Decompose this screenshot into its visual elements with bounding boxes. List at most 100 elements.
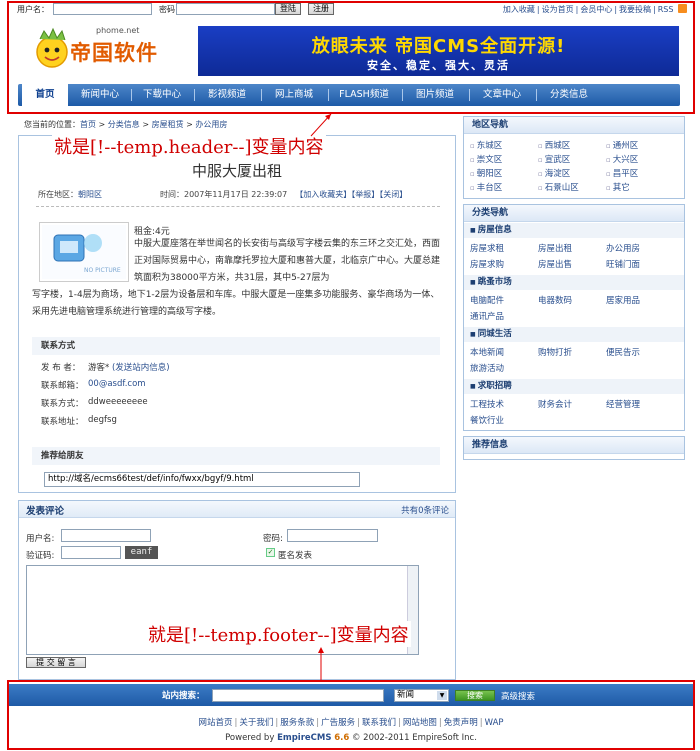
category-group-jobs[interactable]: 求职招聘 bbox=[464, 379, 684, 394]
region-xuanwu[interactable]: 宣武区 bbox=[538, 153, 571, 165]
region-daxing[interactable]: 大兴区 bbox=[606, 153, 639, 165]
comment-count-link[interactable]: 共有0条评论 bbox=[401, 504, 449, 516]
login-button[interactable]: 登陆 bbox=[275, 3, 301, 15]
breadcrumb-office-space[interactable]: 办公用房 bbox=[195, 120, 227, 129]
category-item[interactable]: 通讯产品 bbox=[470, 310, 504, 322]
nav-classifieds[interactable]: 分类信息 bbox=[541, 84, 597, 106]
username-input[interactable] bbox=[53, 3, 152, 15]
footer-link-about[interactable]: 关于我们 bbox=[239, 718, 273, 728]
submit-article-link[interactable]: 我要投稿 bbox=[619, 5, 651, 14]
category-item[interactable]: 房屋出售 bbox=[538, 258, 572, 270]
register-button[interactable]: 注册 bbox=[308, 3, 334, 15]
category-item[interactable]: 餐饮行业 bbox=[470, 414, 504, 426]
category-item[interactable]: 办公用房 bbox=[606, 242, 640, 254]
captcha-input[interactable] bbox=[61, 546, 121, 559]
category-item[interactable]: 本地新闻 bbox=[470, 346, 504, 358]
advanced-search-link[interactable]: 高级搜索 bbox=[501, 690, 535, 702]
comment-username-input[interactable] bbox=[61, 529, 151, 542]
divider bbox=[36, 206, 440, 207]
region-changping[interactable]: 昌平区 bbox=[606, 167, 639, 179]
site-logo[interactable]: phome.net 帝国软件 bbox=[30, 24, 180, 76]
category-item[interactable]: 房屋求租 bbox=[470, 242, 504, 254]
breadcrumb-housing-rental[interactable]: 房屋租赁 bbox=[152, 120, 184, 129]
category-item[interactable]: 财务会计 bbox=[538, 398, 572, 410]
category-item[interactable]: 便民告示 bbox=[606, 346, 640, 358]
password-input[interactable] bbox=[176, 3, 275, 15]
contact-email[interactable]: 00@asdf.com bbox=[88, 379, 146, 389]
nav-divider bbox=[131, 89, 132, 101]
submit-comment-button[interactable]: 提 交 留 言 bbox=[26, 657, 86, 668]
footer-link-home[interactable]: 网站首页 bbox=[198, 718, 232, 728]
annotation-arrow-icon bbox=[318, 647, 324, 680]
contact-label-email: 联系邮箱： bbox=[41, 381, 84, 391]
anonymous-checkbox[interactable]: ✓ bbox=[266, 548, 275, 557]
search-button[interactable]: 搜索 bbox=[455, 690, 495, 701]
category-item[interactable]: 房屋出租 bbox=[538, 242, 572, 254]
share-url-field[interactable]: http://域名/ecms66test/def/info/fwxx/bgyf/… bbox=[44, 472, 360, 487]
category-item[interactable]: 居家用品 bbox=[606, 294, 640, 306]
footer-links: 网站首页 | 关于我们 | 服务条款 | 广告服务 | 联系我们 | 网站地图 | 免责声明 | WAP bbox=[198, 718, 504, 728]
category-item[interactable]: 经营管理 bbox=[606, 398, 640, 410]
send-message-link[interactable]: (发送站内信息) bbox=[112, 363, 170, 373]
promo-banner[interactable]: 放眼未来 帝国CMS全面开源! 安全、稳定、强大、灵活 bbox=[198, 26, 679, 76]
powered-brand[interactable]: EmpireCMS bbox=[277, 733, 331, 743]
rss-icon[interactable] bbox=[678, 4, 687, 13]
nav-divider bbox=[328, 89, 329, 101]
nav-pictures[interactable]: 图片频道 bbox=[407, 84, 463, 106]
footer-link-terms[interactable]: 服务条款 bbox=[280, 718, 314, 728]
footer-annotation: 就是[!--temp.footer--]变量内容 bbox=[146, 621, 411, 647]
category-group-flea-market[interactable]: 跳蚤市场 bbox=[464, 275, 684, 290]
banner-subline: 安全、稳定、强大、灵活 bbox=[367, 59, 510, 72]
region-haidian[interactable]: 海淀区 bbox=[538, 167, 571, 179]
nav-articles[interactable]: 文章中心 bbox=[474, 84, 530, 106]
nav-news[interactable]: 新闻中心 bbox=[74, 84, 126, 106]
article-actions[interactable]: 【加入收藏夹】【举报】【关闭】 bbox=[295, 190, 407, 199]
set-homepage-link[interactable]: 设为首页 bbox=[542, 5, 574, 14]
region-shijingshan[interactable]: 石景山区 bbox=[538, 181, 579, 193]
breadcrumb-home[interactable]: 首页 bbox=[80, 120, 96, 129]
footer-link-sitemap[interactable]: 网站地图 bbox=[403, 718, 437, 728]
captcha-image[interactable]: eanf bbox=[125, 546, 158, 559]
region-fengtai[interactable]: 丰台区 bbox=[470, 181, 503, 193]
area-link[interactable]: 朝阳区 bbox=[78, 190, 102, 199]
nav-flash[interactable]: FLASH频道 bbox=[332, 84, 396, 106]
region-other[interactable]: 其它 bbox=[606, 181, 630, 193]
comment-password-input[interactable] bbox=[287, 529, 378, 542]
nav-divider bbox=[536, 89, 537, 101]
category-item[interactable]: 电脑配件 bbox=[470, 294, 504, 306]
nav-video[interactable]: 影视频道 bbox=[199, 84, 255, 106]
member-center-link[interactable]: 会员中心 bbox=[580, 5, 612, 14]
powered-prefix: Powered by bbox=[225, 733, 278, 743]
footer-link-contact[interactable]: 联系我们 bbox=[362, 718, 396, 728]
category-group-housing[interactable]: 房屋信息 bbox=[464, 223, 684, 238]
nav-shop[interactable]: 网上商城 bbox=[266, 84, 322, 106]
category-item[interactable]: 房屋求购 bbox=[470, 258, 504, 270]
region-chaoyang[interactable]: 朝阳区 bbox=[470, 167, 503, 179]
footer-link-wap[interactable]: WAP bbox=[485, 718, 504, 728]
nav-divider bbox=[402, 89, 403, 101]
nav-download[interactable]: 下载中心 bbox=[136, 84, 188, 106]
nav-home[interactable]: 首页 bbox=[22, 84, 68, 106]
category-item[interactable]: 购物打折 bbox=[538, 346, 572, 358]
add-favorite-link[interactable]: 加入收藏 bbox=[503, 5, 535, 14]
search-input[interactable] bbox=[212, 689, 384, 702]
category-item[interactable]: 旺铺门面 bbox=[606, 258, 640, 270]
region-xicheng[interactable]: 西城区 bbox=[538, 139, 571, 151]
region-tongzhou[interactable]: 通州区 bbox=[606, 139, 639, 151]
category-group-city-life[interactable]: 同城生活 bbox=[464, 327, 684, 342]
username-label: 用户名： bbox=[17, 5, 49, 14]
rss-link[interactable]: RSS bbox=[658, 5, 674, 14]
region-chongwen[interactable]: 崇文区 bbox=[470, 153, 503, 165]
powered-version: 6.6 bbox=[334, 733, 350, 743]
chevron-down-icon[interactable]: ▼ bbox=[437, 691, 447, 700]
region-dongcheng[interactable]: 东城区 bbox=[470, 139, 503, 151]
breadcrumb-classifieds[interactable]: 分类信息 bbox=[108, 120, 140, 129]
category-item[interactable]: 旅游活动 bbox=[470, 362, 504, 374]
footer-link-disclaimer[interactable]: 免责声明 bbox=[444, 718, 478, 728]
search-type-select[interactable]: 新闻 ▼ bbox=[394, 689, 449, 702]
footer-link-ads[interactable]: 广告服务 bbox=[321, 718, 355, 728]
category-item[interactable]: 电器数码 bbox=[538, 294, 572, 306]
breadcrumb: 您当前的位置：首页 > 分类信息 > 房屋租赁 > 办公用房 bbox=[24, 120, 228, 129]
category-item[interactable]: 工程技术 bbox=[470, 398, 504, 410]
recommend-panel: 推荐信息 bbox=[463, 436, 685, 460]
